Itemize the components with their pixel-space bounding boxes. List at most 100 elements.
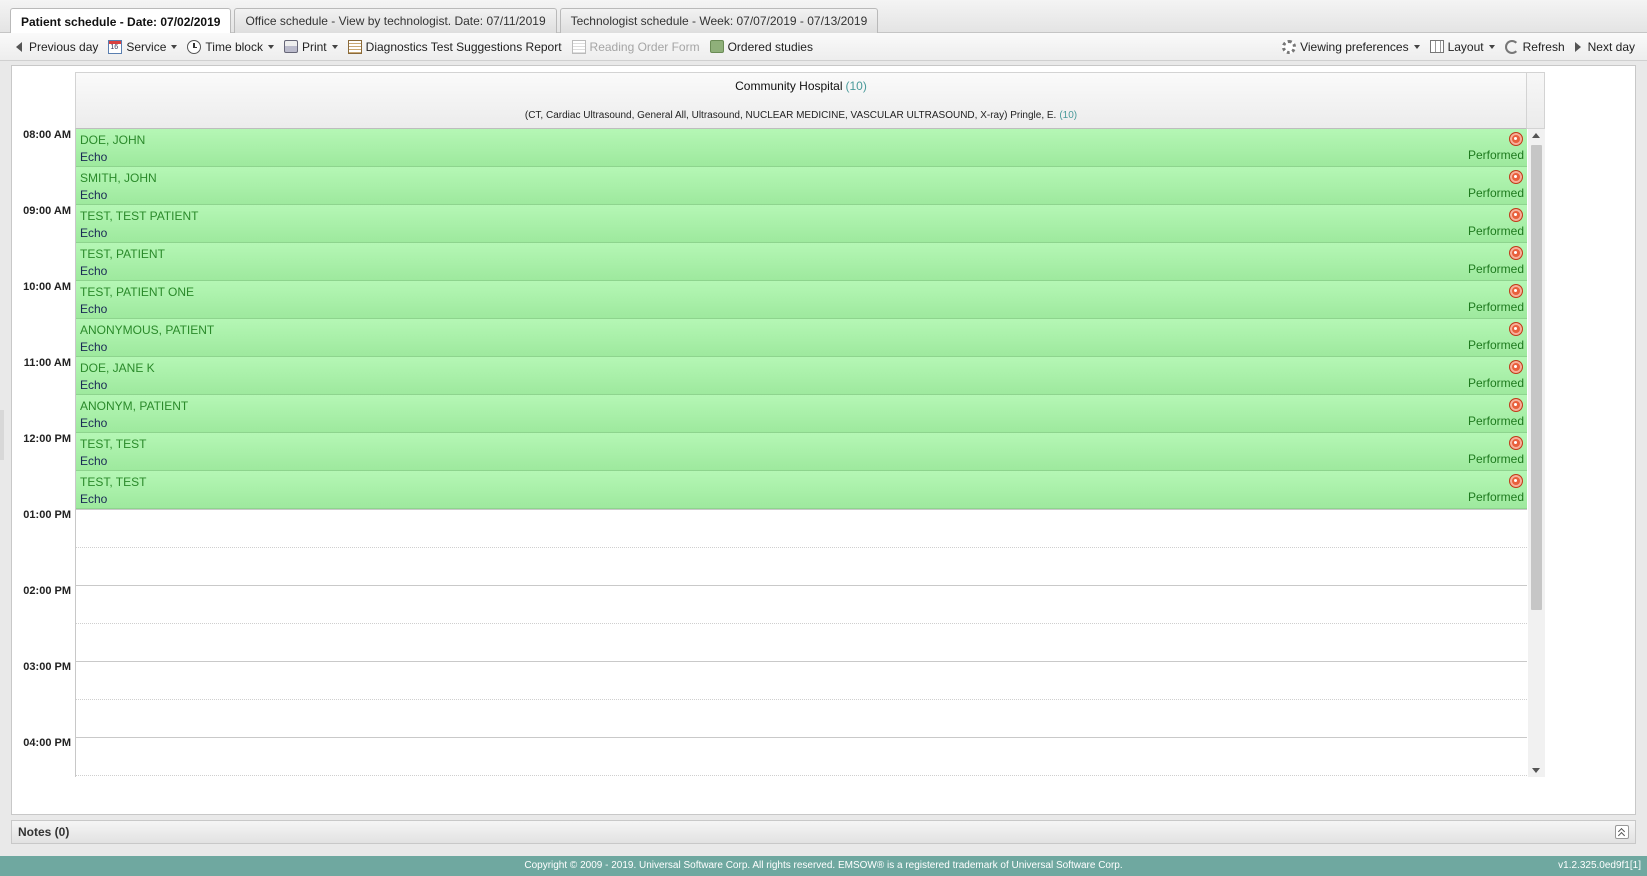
scroll-up-icon[interactable] — [1532, 133, 1540, 138]
time-block-button[interactable]: Time block — [183, 38, 278, 56]
tab-bar: Patient schedule - Date: 07/02/2019 Offi… — [0, 0, 1647, 34]
reading-order-form-button[interactable]: Reading Order Form — [568, 38, 704, 56]
next-day-button[interactable]: Next day — [1571, 38, 1639, 56]
hour-gridline — [76, 585, 1527, 586]
status-badge: Performed — [1467, 376, 1524, 390]
reading-order-form-label: Reading Order Form — [589, 39, 700, 54]
refresh-button[interactable]: Refresh — [1501, 38, 1569, 56]
tab-technologist-schedule[interactable]: Technologist schedule - Week: 07/07/2019… — [559, 8, 879, 33]
hour-gridline — [76, 509, 1527, 510]
scroll-down-icon[interactable] — [1532, 768, 1540, 773]
next-day-label: Next day — [1587, 39, 1635, 54]
hour-gridline — [76, 737, 1527, 738]
refresh-icon — [1504, 39, 1519, 54]
scroll-thumb[interactable] — [1531, 145, 1542, 610]
status-clock-icon[interactable] — [1509, 398, 1523, 412]
appointment-block[interactable]: DOE, JOHN Echo Performed — [76, 129, 1527, 167]
tab-office-schedule[interactable]: Office schedule - View by technologist. … — [234, 8, 557, 33]
chevron-down-icon — [171, 44, 178, 49]
diagnostics-report-button[interactable]: Diagnostics Test Suggestions Report — [344, 38, 566, 56]
status-clock-icon[interactable] — [1509, 284, 1523, 298]
status-badge: Performed — [1467, 224, 1524, 238]
chevron-down-icon — [1413, 44, 1420, 49]
procedure-name: Echo — [80, 264, 108, 278]
time-label: 04:00 PM — [23, 737, 71, 749]
status-clock-icon[interactable] — [1509, 322, 1523, 336]
notes-label: Notes (0) — [18, 825, 70, 839]
appointment-block[interactable]: TEST, TEST Echo Performed — [76, 471, 1527, 509]
previous-day-label: Previous day — [29, 39, 99, 54]
time-label: 02:00 PM — [23, 585, 71, 597]
patient-name[interactable]: TEST, TEST PATIENT — [80, 209, 198, 223]
resource-line: (CT, Cardiac Ultrasound, General All, Ul… — [76, 110, 1526, 121]
toolbar-left: Previous day Service Time block Print Di… — [12, 38, 817, 56]
viewing-preferences-button[interactable]: Viewing preferences — [1278, 38, 1424, 56]
form-icon — [571, 39, 586, 54]
status-badge: Performed — [1467, 262, 1524, 276]
status-clock-icon[interactable] — [1509, 132, 1523, 146]
patient-name[interactable]: TEST, TEST — [80, 475, 146, 489]
patient-name[interactable]: TEST, TEST — [80, 437, 146, 451]
patient-name[interactable]: SMITH, JOHN — [80, 171, 157, 185]
appointment-block[interactable]: TEST, PATIENT Echo Performed — [76, 243, 1527, 281]
procedure-name: Echo — [80, 492, 108, 506]
status-clock-icon[interactable] — [1509, 474, 1523, 488]
appointment-block[interactable]: ANONYMOUS, PATIENT Echo Performed — [76, 319, 1527, 357]
status-badge: Performed — [1467, 338, 1524, 352]
service-button[interactable]: Service — [104, 38, 181, 56]
refresh-label: Refresh — [1522, 39, 1565, 54]
time-label: 10:00 AM — [23, 281, 71, 293]
appointment-block[interactable]: TEST, TEST PATIENT Echo Performed — [76, 205, 1527, 243]
status-badge: Performed — [1467, 414, 1524, 428]
chevron-down-icon — [267, 44, 274, 49]
header-scroll-spacer — [1527, 72, 1545, 129]
status-clock-icon[interactable] — [1509, 246, 1523, 260]
schedule-grid[interactable]: DOE, JOHN Echo Performed SMITH, JOHN Echo Per… — [75, 129, 1527, 777]
procedure-name: Echo — [80, 378, 108, 392]
service-label: Service — [126, 39, 167, 54]
layout-label: Layout — [1447, 39, 1484, 54]
gear-icon — [1282, 39, 1297, 54]
ordered-studies-button[interactable]: Ordered studies — [706, 38, 817, 56]
time-column-header — [17, 73, 75, 123]
status-badge: Performed — [1467, 186, 1524, 200]
footer: Copyright © 2009 - 2019. Universal Softw… — [0, 856, 1647, 876]
appointment-block[interactable]: SMITH, JOHN Echo Performed — [76, 167, 1527, 205]
vertical-scrollbar[interactable] — [1528, 129, 1545, 777]
side-panel-handle[interactable] — [0, 410, 4, 460]
resource-header: Community Hospital (10) (CT, Cardiac Ultr… — [75, 72, 1527, 129]
patient-name[interactable]: DOE, JOHN — [80, 133, 145, 147]
layout-button[interactable]: Layout — [1426, 38, 1499, 56]
tab-patient-schedule[interactable]: Patient schedule - Date: 07/02/2019 — [10, 8, 232, 34]
patient-name[interactable]: TEST, PATIENT — [80, 247, 165, 261]
patient-name[interactable]: DOE, JANE K — [80, 361, 155, 375]
appointment-block[interactable]: DOE, JANE K Echo Performed — [76, 357, 1527, 395]
print-label: Print — [301, 39, 327, 54]
hospital-title: Community Hospital (10) — [76, 79, 1526, 93]
studies-icon — [709, 40, 724, 53]
hospital-count: (10) — [845, 79, 867, 93]
status-clock-icon[interactable] — [1509, 436, 1523, 450]
print-button[interactable]: Print — [280, 38, 342, 56]
calendar-icon — [108, 39, 123, 54]
appointment-block[interactable]: TEST, PATIENT ONE Echo Performed — [76, 281, 1527, 319]
expand-icon[interactable] — [1615, 825, 1629, 839]
patient-name[interactable]: ANONYM, PATIENT — [80, 399, 188, 413]
time-label: 03:00 PM — [23, 661, 71, 673]
status-clock-icon[interactable] — [1509, 208, 1523, 222]
time-label: 09:00 AM — [23, 205, 71, 217]
previous-day-button[interactable]: Previous day — [12, 38, 102, 56]
time-label: 11:00 AM — [23, 357, 71, 369]
patient-name[interactable]: TEST, PATIENT ONE — [80, 285, 194, 299]
appointment-block[interactable]: TEST, TEST Echo Performed — [76, 433, 1527, 471]
patient-name[interactable]: ANONYMOUS, PATIENT — [80, 323, 214, 337]
appointment-block[interactable]: ANONYM, PATIENT Echo Performed — [76, 395, 1527, 433]
arrow-right-icon — [1574, 41, 1581, 52]
status-badge: Performed — [1467, 490, 1524, 504]
time-label: 12:00 PM — [23, 433, 71, 445]
status-clock-icon[interactable] — [1509, 170, 1523, 184]
viewing-preferences-label: Viewing preferences — [1300, 39, 1409, 54]
copyright-text: Copyright © 2009 - 2019. Universal Softw… — [524, 860, 1123, 871]
status-clock-icon[interactable] — [1509, 360, 1523, 374]
notes-bar[interactable]: Notes (0) — [11, 820, 1636, 844]
